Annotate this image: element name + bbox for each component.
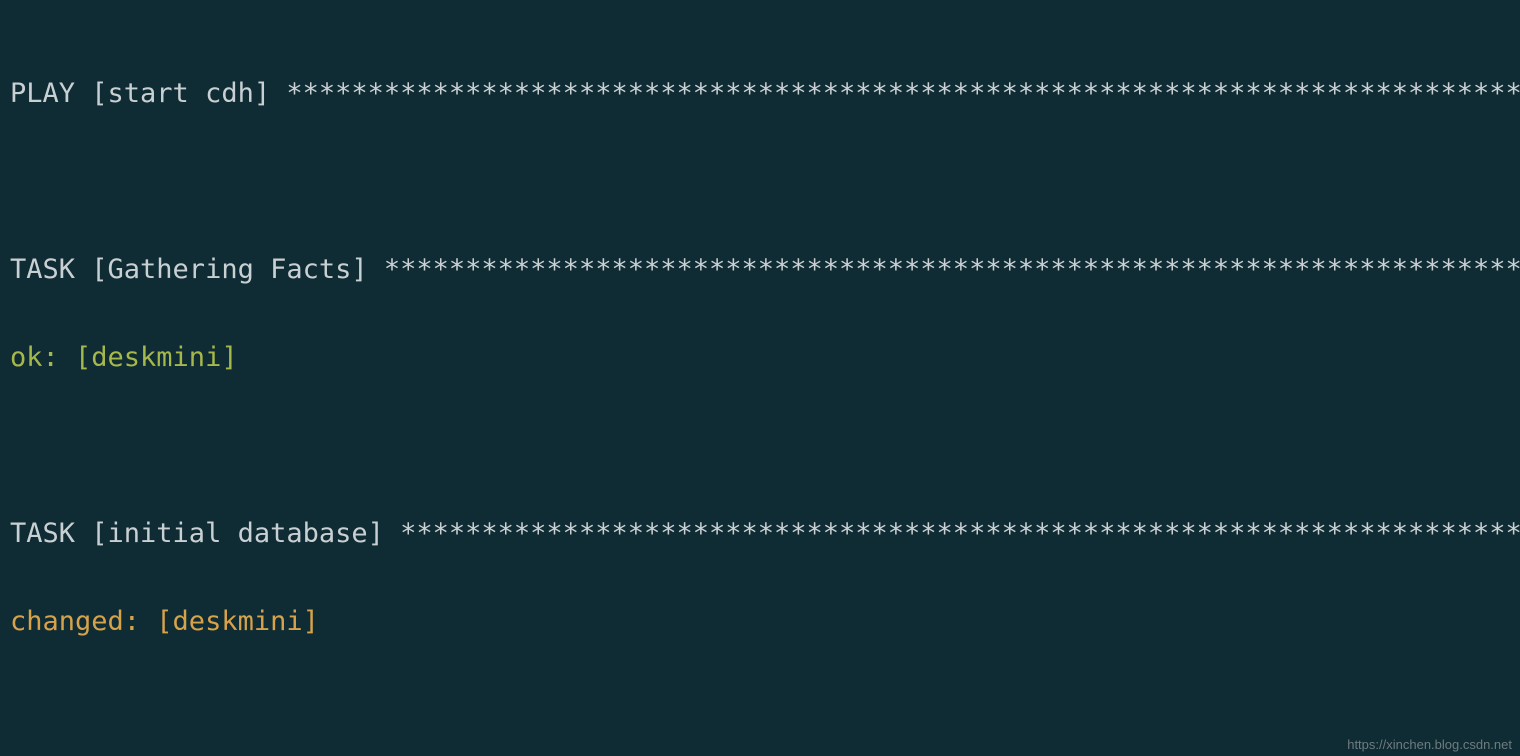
task-status-0: ok: [deskmini]	[10, 336, 1520, 380]
blank-line	[10, 424, 1520, 468]
blank-line	[10, 160, 1520, 204]
blank-line	[10, 688, 1520, 732]
task-header-0: TASK [Gathering Facts] *****************…	[10, 248, 1520, 292]
play-header: PLAY [start cdh] ***********************…	[10, 72, 1520, 116]
watermark: https://xinchen.blog.csdn.net	[1347, 737, 1512, 752]
task-status-1: changed: [deskmini]	[10, 600, 1520, 644]
terminal-output: PLAY [start cdh] ***********************…	[0, 0, 1520, 756]
task-header-1: TASK [initial database] ****************…	[10, 512, 1520, 556]
